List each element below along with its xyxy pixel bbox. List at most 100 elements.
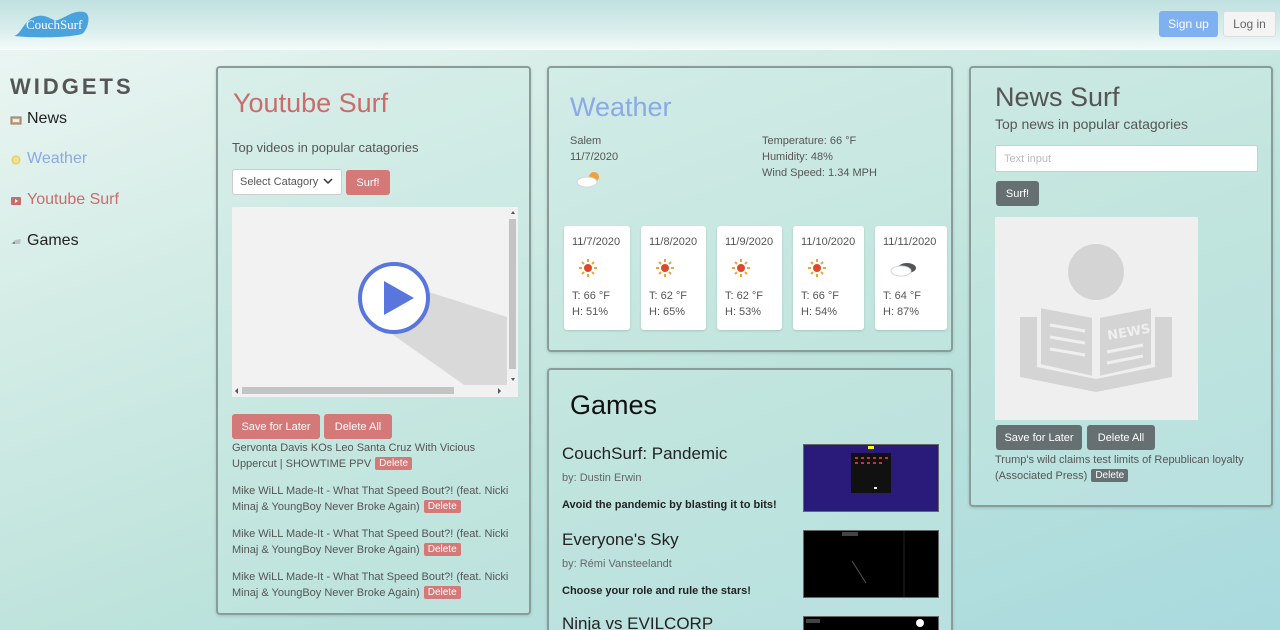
saved-video-title: Mike WiLL Made-It - What That Speed Bout… — [232, 485, 509, 513]
chevron-down-icon — [323, 178, 333, 185]
forecast-humidity: H: 51% — [572, 306, 609, 318]
forecast-temp: T: 62 °F — [725, 290, 764, 302]
delete-button[interactable]: Delete — [423, 586, 461, 599]
sidebar-item-label: Weather — [27, 150, 88, 167]
forecast-date: 11/8/2020 — [649, 236, 698, 248]
couchsurf-logo[interactable]: CouchSurf — [12, 8, 92, 40]
forecast-temp: T: 66 °F — [801, 290, 840, 302]
game-description: Choose your role and rule the stars! — [562, 585, 751, 597]
weather-humidity: Humidity: 48% — [762, 151, 833, 163]
forecast-temp: T: 64 °F — [883, 290, 922, 302]
saved-video-title: Gervonta Davis KOs Leo Santa Cruz With V… — [232, 442, 476, 470]
gamepad-icon — [10, 235, 22, 247]
forecast-card: 11/11/2020 T: 64 °F H: 87% — [875, 226, 947, 330]
game-thumbnail[interactable] — [803, 530, 939, 598]
forecast-humidity: H: 65% — [649, 306, 686, 318]
news-search-input[interactable] — [995, 145, 1258, 172]
saved-video-item: Mike WiLL Made-It - What That Speed Bout… — [232, 526, 522, 558]
weather-widget: Weather Salem 11/7/2020 Temperature: 66 … — [547, 66, 953, 352]
saved-video-item: Gervonta Davis KOs Leo Santa Cruz With V… — [232, 440, 522, 472]
sidebar-item-youtube[interactable]: Youtube Surf — [10, 191, 119, 209]
forecast-date: 11/11/2020 — [883, 236, 937, 248]
news-title: News Surf — [995, 82, 1120, 112]
youtube-icon — [10, 194, 22, 206]
forecast-humidity: H: 54% — [801, 306, 838, 318]
forecast-temp: T: 66 °F — [572, 290, 611, 302]
game-description: Avoid the pandemic by blasting it to bit… — [562, 499, 777, 511]
delete-button[interactable]: Delete — [1091, 469, 1129, 482]
games-widget: Games CouchSurf: Pandemic by: Dustin Erw… — [547, 368, 953, 630]
forecast-temp: T: 62 °F — [649, 290, 688, 302]
saved-news-item: Trump's wild claims test limits of Repub… — [995, 452, 1265, 484]
youtube-save-button[interactable]: Save for Later — [232, 414, 320, 439]
forecast-date: 11/7/2020 — [572, 236, 621, 248]
forecast-date: 11/10/2020 — [801, 236, 856, 248]
sidebar-item-label: Youtube Surf — [27, 191, 119, 208]
game-title-link[interactable]: Everyone's Sky — [562, 530, 679, 550]
saved-video-item: Mike WiLL Made-It - What That Speed Bout… — [232, 483, 522, 515]
logo-text: CouchSurf — [26, 17, 83, 32]
sidebar-item-label: News — [27, 110, 68, 127]
game-title-link[interactable]: Ninja vs EVILCORP — [562, 614, 713, 630]
news-delete-all-button[interactable]: Delete All — [1087, 425, 1155, 450]
weather-temperature: Temperature: 66 °F — [762, 135, 857, 147]
forecast-humidity: H: 87% — [883, 306, 920, 318]
sidebar-item-news[interactable]: News — [10, 110, 67, 128]
weather-details: Temperature: 66 °F Humidity: 48% Wind Sp… — [762, 133, 877, 181]
sidebar-item-games[interactable]: Games — [10, 232, 79, 250]
youtube-subtitle: Top videos in popular catagories — [232, 140, 419, 155]
sun-icon — [808, 259, 826, 277]
weather-title: Weather — [570, 92, 672, 122]
sidebar-title: WIDGETS — [10, 74, 134, 99]
news-widget: News Surf Top news in popular catagories… — [969, 66, 1273, 507]
delete-button[interactable]: Delete — [375, 457, 413, 470]
delete-button[interactable]: Delete — [423, 543, 461, 556]
youtube-delete-all-button[interactable]: Delete All — [324, 414, 392, 439]
weather-location: Salem 11/7/2020 — [570, 133, 618, 165]
game-thumbnail[interactable] — [803, 616, 939, 630]
forecast-card: 11/10/2020 T: 66 °F H: 54% — [793, 226, 864, 330]
category-select[interactable]: Select Catagory — [232, 169, 342, 195]
game-title-link[interactable]: CouchSurf: Pandemic — [562, 444, 727, 464]
game-author: by: Rémi Vansteelandt — [562, 558, 672, 570]
top-navbar: CouchSurf Sign up Log in — [0, 0, 1280, 50]
video-player[interactable] — [232, 207, 518, 397]
news-save-button[interactable]: Save for Later — [996, 425, 1082, 450]
saved-video-title: Mike WiLL Made-It - What That Speed Bout… — [232, 528, 509, 556]
game-thumbnail[interactable] — [803, 444, 939, 512]
forecast-date: 11/9/2020 — [725, 236, 774, 248]
forecast-card: 11/8/2020 T: 62 °F H: 65% — [641, 226, 706, 330]
saved-video-title: Mike WiLL Made-It - What That Speed Bout… — [232, 571, 509, 599]
news-subtitle: Top news in popular catagories — [995, 116, 1189, 132]
saved-video-item: Mike WiLL Made-It - What That Speed Bout… — [232, 569, 522, 601]
game-screenshot — [806, 619, 924, 627]
news-image: NEWS — [995, 217, 1198, 420]
youtube-surf-button[interactable]: Surf! — [346, 170, 390, 195]
vertical-scrollbar — [509, 219, 516, 369]
newspaper-reader-icon: NEWS — [1020, 244, 1172, 392]
youtube-title: Youtube Surf — [233, 88, 389, 118]
weather-date: 11/7/2020 — [570, 151, 619, 163]
sun-icon — [10, 153, 22, 165]
video-placeholder — [232, 209, 518, 397]
game-author: by: Dustin Erwin — [562, 472, 642, 484]
weather-city: Salem — [570, 135, 602, 147]
games-title: Games — [570, 390, 658, 420]
delete-button[interactable]: Delete — [423, 500, 461, 513]
signup-button[interactable]: Sign up — [1159, 11, 1218, 37]
sun-icon — [732, 259, 750, 277]
login-button[interactable]: Log in — [1223, 11, 1276, 37]
news-surf-button[interactable]: Surf! — [996, 181, 1039, 206]
sidebar-item-weather[interactable]: Weather — [10, 150, 87, 168]
sun-icon — [656, 259, 674, 277]
youtube-widget: Youtube Surf Top videos in popular catag… — [216, 66, 531, 615]
game-screenshot — [851, 446, 891, 493]
game-screenshot — [842, 531, 905, 597]
sidebar-item-label: Games — [27, 232, 79, 249]
cloud-icon — [890, 263, 916, 277]
forecast-card: 11/9/2020 T: 62 °F H: 53% — [717, 226, 782, 330]
forecast-card: 11/7/2020 T: 66 °F H: 51% — [564, 226, 630, 330]
weather-wind: Wind Speed: 1.34 MPH — [762, 167, 877, 179]
category-select-value: Select Catagory — [240, 176, 319, 188]
news-icon — [10, 113, 22, 125]
